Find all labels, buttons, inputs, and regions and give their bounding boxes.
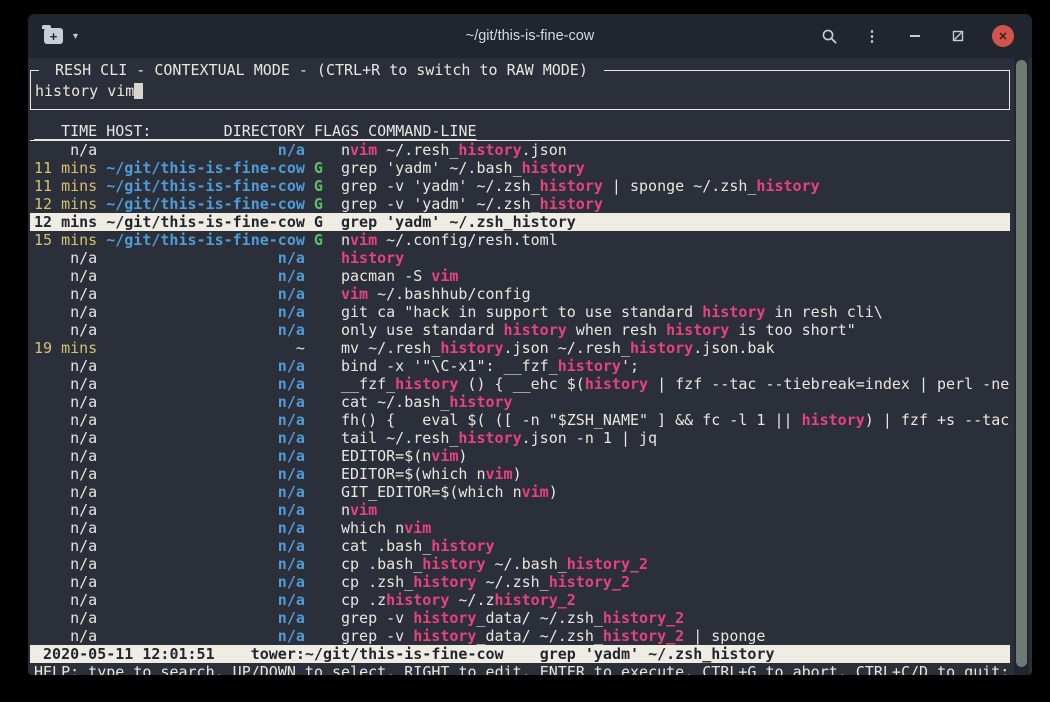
search-query-text: history vim [35, 82, 134, 100]
minimize-icon [910, 35, 920, 37]
history-row[interactable]: n/an/acp .zsh_history ~/.zsh_history_2 [30, 573, 1010, 591]
close-button[interactable]: ✕ [992, 25, 1014, 47]
terminal-content: RESH CLI - CONTEXTUAL MODE - (CTRL+R to … [28, 58, 1032, 675]
history-row[interactable]: n/an/aGIT_EDITOR=$(which nvim) [30, 483, 1010, 501]
menu-button[interactable]: ⋮ [863, 27, 881, 45]
history-row[interactable]: 15 mins~/git/this-is-fine-cowGnvim ~/.co… [30, 231, 1010, 249]
plus-icon: + [44, 28, 63, 44]
history-table: TIME HOST: DIRECTORY FLAGS COMMAND-LINE … [30, 122, 1010, 645]
history-row[interactable]: 12 mins~/git/this-is-fine-cowGgrep -v 'y… [30, 195, 1010, 213]
history-row[interactable]: 19 mins~mv ~/.resh_history.json ~/.resh_… [30, 339, 1010, 357]
terminal-window: + ▾ ~/git/this-is-fine-cow ⋮ [28, 14, 1032, 675]
titlebar[interactable]: + ▾ ~/git/this-is-fine-cow ⋮ [28, 14, 1032, 58]
scrollbar-track[interactable] [1014, 58, 1029, 675]
history-row[interactable]: n/an/avim ~/.bashhub/config [30, 285, 1010, 303]
search-icon [821, 28, 838, 45]
status-command: grep 'yadm' ~/.zsh_history [540, 645, 775, 663]
history-row[interactable]: n/an/agrep -v history_data/ ~/.zsh_histo… [30, 627, 1010, 645]
help-line: HELP: type to search, UP/DOWN to select,… [30, 663, 1010, 675]
history-row[interactable]: n/an/abind -x '"\C-x1": __fzf_history'; [30, 357, 1010, 375]
close-icon: ✕ [998, 30, 1007, 43]
minimize-button[interactable] [906, 27, 924, 45]
table-header: TIME HOST: DIRECTORY FLAGS COMMAND-LINE [30, 122, 1010, 141]
maximize-icon [952, 30, 964, 42]
history-row[interactable]: n/an/atail ~/.resh_history.json -n 1 | j… [30, 429, 1010, 447]
search-button[interactable] [820, 27, 838, 45]
history-row[interactable]: n/an/a__fzf_history () { __ehc $(history… [30, 375, 1010, 393]
history-row[interactable]: n/an/anvim ~/.resh_history.json [30, 141, 1010, 159]
history-row-selected[interactable]: 12 mins~/git/this-is-fine-cowGgrep 'yadm… [30, 213, 1010, 231]
new-tab-button[interactable]: + [44, 28, 63, 44]
history-row[interactable]: n/an/aEDITOR=$(nvim) [30, 447, 1010, 465]
history-row[interactable]: n/an/acat ~/.bash_history [30, 393, 1010, 411]
status-bar: 2020-05-11 12:01:51 tower:~/git/this-is-f… [30, 645, 1010, 663]
history-row[interactable]: n/an/agrep -v history_data/ ~/.zsh_histo… [30, 609, 1010, 627]
history-row[interactable]: 11 mins~/git/this-is-fine-cowGgrep 'yadm… [30, 159, 1010, 177]
resh-search-box[interactable]: RESH CLI - CONTEXTUAL MODE - (CTRL+R to … [30, 70, 1010, 110]
chevron-down-icon[interactable]: ▾ [73, 31, 78, 42]
history-row[interactable]: 11 mins~/git/this-is-fine-cowGgrep -v 'y… [30, 177, 1010, 195]
history-row[interactable]: n/an/aEDITOR=$(which nvim) [30, 465, 1010, 483]
text-cursor [134, 83, 143, 99]
history-row[interactable]: n/an/awhich nvim [30, 519, 1010, 537]
history-row[interactable]: n/an/acp .zhistory ~/.zhistory_2 [30, 591, 1010, 609]
history-row[interactable]: n/an/aonly use standard history when res… [30, 321, 1010, 339]
status-timestamp: 2020-05-11 12:01:51 [43, 645, 215, 663]
maximize-button[interactable] [949, 27, 967, 45]
history-row[interactable]: n/an/apacman -S vim [30, 267, 1010, 285]
search-input[interactable]: history vim [35, 82, 1009, 100]
history-row[interactable]: n/an/ahistory [30, 249, 1010, 267]
history-row[interactable]: n/an/agit ca "hack in support to use sta… [30, 303, 1010, 321]
history-row[interactable]: n/an/acp .bash_history ~/.bash_history_2 [30, 555, 1010, 573]
scrollbar-thumb[interactable] [1016, 60, 1027, 667]
search-box-legend: RESH CLI - CONTEXTUAL MODE - (CTRL+R to … [39, 61, 604, 79]
history-row[interactable]: n/an/afh() { eval $( ([ -n "$ZSH_NAME" ]… [30, 411, 1010, 429]
status-location: tower:~/git/this-is-fine-cow [251, 645, 504, 663]
history-row[interactable]: n/an/anvim [30, 501, 1010, 519]
kebab-icon: ⋮ [865, 27, 880, 45]
history-row[interactable]: n/an/acat .bash_history [30, 537, 1010, 555]
